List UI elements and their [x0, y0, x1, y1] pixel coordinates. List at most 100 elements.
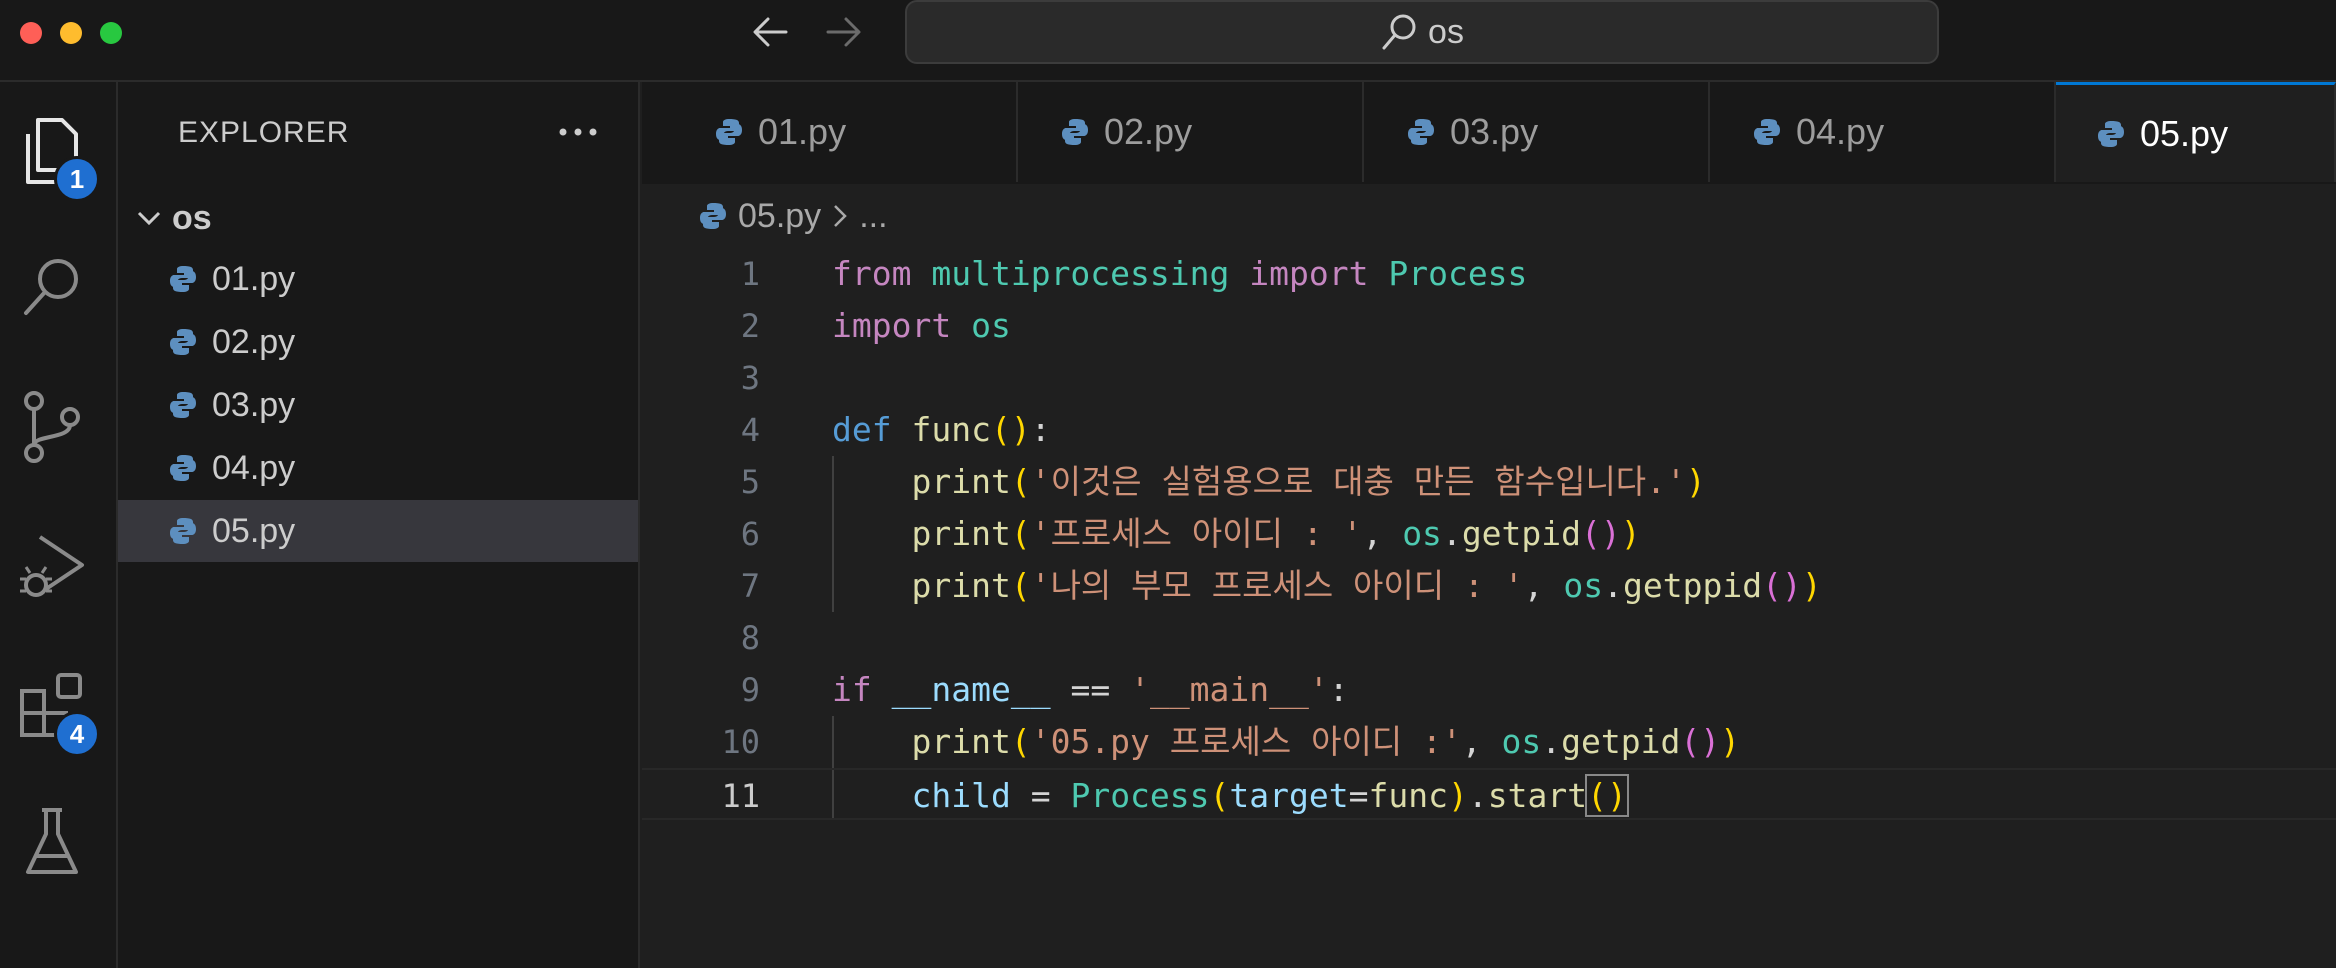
python-file-icon: [1754, 119, 1780, 145]
file-name: 05.py: [212, 511, 296, 550]
python-file-icon: [170, 455, 196, 481]
file-item-03[interactable]: 03.py: [118, 374, 638, 436]
code-text: import os: [832, 306, 1011, 345]
tab-label: 03.py: [1450, 111, 1539, 152]
line-number: 10: [721, 723, 760, 761]
code-line[interactable]: 3: [642, 352, 2336, 404]
line-number: 9: [740, 671, 760, 709]
tab-04[interactable]: 04.py: [1710, 82, 2056, 182]
explorer-badge: 1: [54, 156, 100, 202]
code-text: print('05.py 프로세스 아이디 :', os.getpid()): [911, 722, 1740, 761]
file-item-01[interactable]: 01.py: [118, 248, 638, 310]
breadcrumb: 05.py ...: [698, 190, 888, 242]
tab-label: 02.py: [1104, 111, 1193, 152]
explorer-sidebar: EXPLORER os 01.py 02.py 03.py 04.py 05.p…: [118, 82, 640, 968]
code-line[interactable]: 10 print('05.py 프로세스 아이디 :', os.getpid()…: [642, 716, 2336, 768]
code-line[interactable]: 9 if __name__ == '__main__':: [642, 664, 2336, 716]
title-bar: os: [0, 0, 2336, 82]
file-item-05[interactable]: 05.py: [118, 500, 638, 562]
extensions-view-button[interactable]: 4: [12, 667, 100, 757]
flask-icon: [26, 808, 78, 874]
python-file-icon: [170, 392, 196, 418]
search-icon: [24, 259, 78, 315]
run-and-debug-view-button[interactable]: [12, 527, 92, 607]
editor-tab-bar: 01.py 02.py 03.py 04.py 05.py: [642, 82, 2336, 184]
line-number: 3: [740, 359, 760, 397]
line-number: 11: [721, 777, 760, 815]
arrow-right-icon: [826, 17, 861, 47]
tab-label: 01.py: [758, 111, 847, 152]
explorer-view-button[interactable]: 1: [12, 112, 100, 202]
explorer-more-actions-button[interactable]: [548, 112, 608, 152]
code-line[interactable]: 6 print('프로세스 아이디 : ', os.getpid()): [642, 508, 2336, 560]
tab-label: 04.py: [1796, 111, 1885, 152]
search-icon: [1382, 14, 1416, 50]
python-file-icon: [170, 329, 196, 355]
file-item-04[interactable]: 04.py: [118, 437, 638, 499]
maximize-window-button[interactable]: [100, 22, 122, 44]
code-line-current[interactable]: 11 child = Process(target=func).start(): [642, 768, 2336, 820]
testing-view-button[interactable]: [12, 802, 92, 882]
code-line[interactable]: 2 import os: [642, 300, 2336, 352]
code-line[interactable]: 4 def func():: [642, 404, 2336, 456]
code-text: print('프로세스 아이디 : ', os.getpid()): [911, 514, 1641, 553]
code-line[interactable]: 7 print('나의 부모 프로세스 아이디 : ', os.getppid(…: [642, 560, 2336, 612]
tab-05[interactable]: 05.py: [2056, 82, 2336, 182]
source-control-view-button[interactable]: [12, 387, 92, 467]
code-line[interactable]: 1 from multiprocessing import Process: [642, 248, 2336, 300]
close-window-button[interactable]: [20, 22, 42, 44]
explorer-title: EXPLORER: [178, 116, 350, 149]
run-debug-icon: [20, 535, 84, 597]
chevron-down-icon: [137, 211, 161, 226]
line-number: 7: [740, 567, 760, 605]
code-text: print('이것은 실험용으로 대충 만든 함수입니다.'): [911, 462, 1706, 501]
line-number: 4: [740, 411, 760, 449]
breadcrumb-file[interactable]: 05.py: [738, 197, 821, 236]
tab-label: 05.py: [2140, 112, 2229, 154]
line-number: 6: [740, 515, 760, 553]
tab-02[interactable]: 02.py: [1018, 82, 1364, 182]
tab-03[interactable]: 03.py: [1364, 82, 1710, 182]
code-text: if __name__ == '__main__':: [832, 670, 1349, 709]
command-center-search[interactable]: os: [905, 0, 1939, 64]
folder-name: os: [172, 198, 212, 237]
file-name: 01.py: [212, 259, 296, 298]
code-text: def func():: [832, 410, 1051, 449]
line-number: 1: [740, 255, 760, 293]
code-editor[interactable]: 1 from multiprocessing import Process 2 …: [642, 248, 2336, 968]
file-name: 04.py: [212, 448, 296, 487]
extensions-badge: 4: [54, 711, 100, 757]
code-line[interactable]: 8: [642, 612, 2336, 664]
python-file-icon: [170, 266, 196, 292]
python-file-icon: [1408, 119, 1434, 145]
matched-bracket: (): [1585, 774, 1629, 817]
folder-row-os[interactable]: os: [118, 190, 638, 246]
python-file-icon: [1062, 119, 1088, 145]
line-number: 8: [740, 619, 760, 657]
code-line[interactable]: 5 print('이것은 실험용으로 대충 만든 함수입니다.'): [642, 456, 2336, 508]
code-text: print('나의 부모 프로세스 아이디 : ', os.getppid()): [911, 566, 1822, 605]
minimize-window-button[interactable]: [60, 22, 82, 44]
python-file-icon: [170, 518, 196, 544]
python-file-icon: [2098, 120, 2124, 147]
arrow-left-icon: [753, 17, 788, 47]
python-file-icon: [700, 203, 726, 229]
python-file-icon: [716, 119, 742, 145]
command-center-text: os: [1428, 12, 1464, 51]
code-text: child = Process(target=func).start(): [911, 774, 1629, 817]
code-text: from multiprocessing import Process: [832, 254, 1528, 293]
source-control-icon: [24, 391, 80, 463]
go-back-button[interactable]: [748, 8, 792, 56]
activity-bar: 1 4: [0, 82, 118, 968]
file-name: 02.py: [212, 322, 296, 361]
line-number: 5: [740, 463, 760, 501]
line-number: 2: [740, 307, 760, 345]
go-forward-button[interactable]: [822, 8, 866, 56]
file-item-02[interactable]: 02.py: [118, 311, 638, 373]
file-name: 03.py: [212, 385, 296, 424]
breadcrumb-symbols[interactable]: ...: [859, 197, 887, 236]
chevron-right-icon: [834, 205, 847, 227]
search-view-button[interactable]: [12, 247, 92, 327]
tab-01[interactable]: 01.py: [672, 82, 1018, 182]
ellipsis-icon: [559, 128, 597, 136]
